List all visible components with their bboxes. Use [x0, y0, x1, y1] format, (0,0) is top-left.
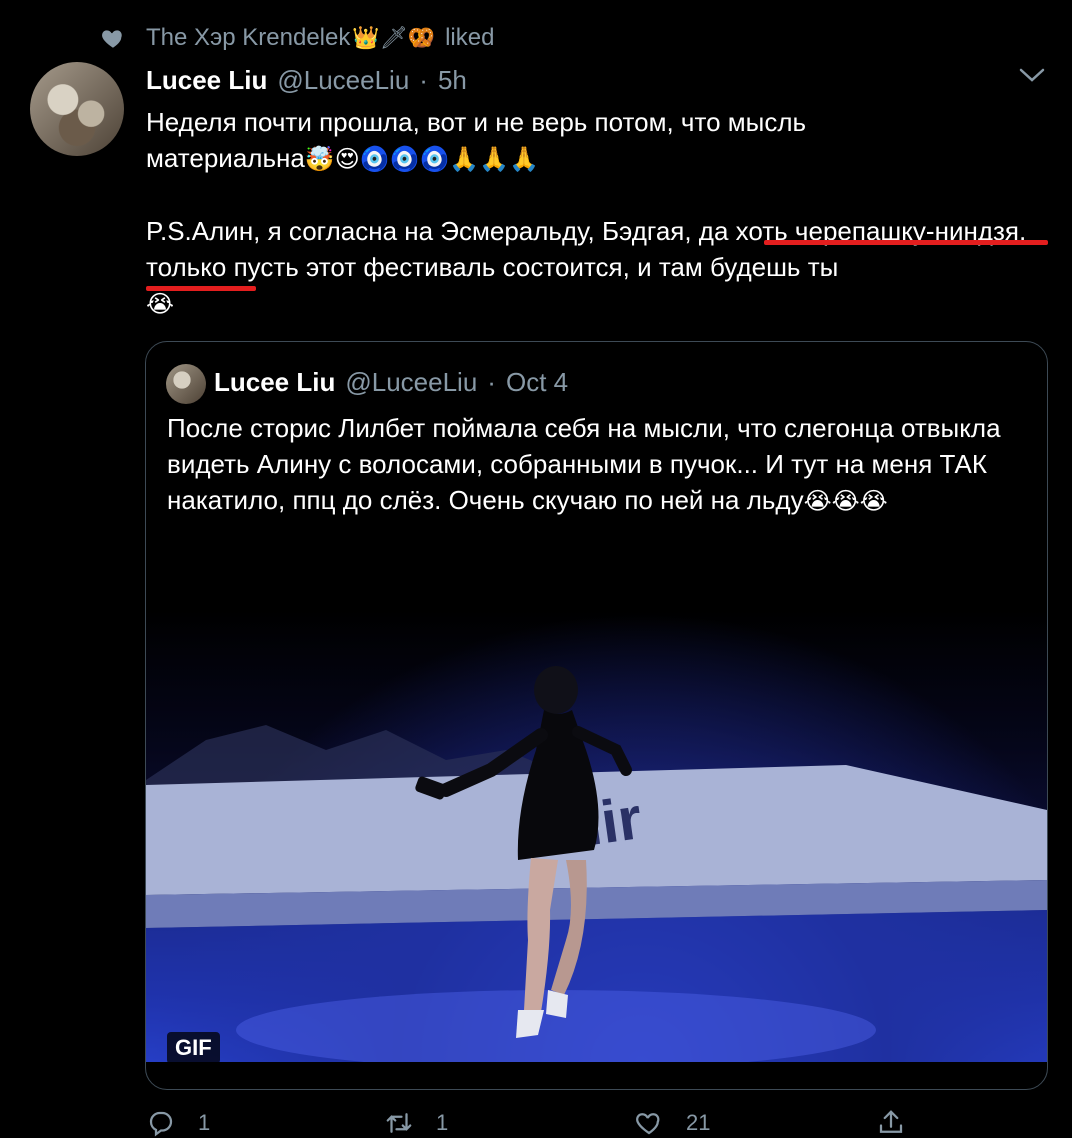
- highlight-underline: [764, 240, 1048, 245]
- tweet-line-2-text: материальна: [146, 143, 305, 173]
- reply-count: 1: [198, 1110, 211, 1135]
- tweet-line-2: материальна🤯😍🧿🧿🧿🙏🙏🙏: [146, 140, 1056, 177]
- quoted-tweet[interactable]: Lucee Liu @LuceeLiu · Oct 4 После сторис…: [145, 341, 1048, 1090]
- retweet-count: 1: [436, 1110, 449, 1135]
- like-count: 21: [686, 1110, 711, 1135]
- author-handle[interactable]: @LuceeLiu: [277, 65, 409, 96]
- tweet-text: Неделя почти прошла, вот и не верь потом…: [146, 104, 1056, 322]
- tweet-time[interactable]: 5h: [438, 65, 467, 96]
- share-icon: [879, 1110, 903, 1133]
- reply-button[interactable]: 1: [146, 1108, 210, 1138]
- tweet-line-1: Неделя почти прошла, вот и не верь потом…: [146, 107, 807, 137]
- tweet-header: Lucee Liu @LuceeLiu · 5h: [146, 62, 467, 98]
- quoted-author-handle: @LuceeLiu: [345, 366, 478, 397]
- quoted-header: Lucee Liu @LuceeLiu · Oct 4: [214, 362, 568, 402]
- quoted-text-emoji: 😭😭😭: [803, 487, 888, 515]
- like-button[interactable]: 21: [634, 1108, 710, 1138]
- liked-label: liked: [445, 24, 495, 51]
- quoted-text: После сторис Лилбет поймала себя на мысл…: [167, 410, 1027, 519]
- heart-icon: [102, 30, 122, 48]
- chevron-down-icon[interactable]: [1018, 66, 1046, 86]
- highlight-underline: [146, 286, 256, 291]
- liker-emoji: 👑🗡🥨: [352, 25, 436, 51]
- tweet-line-2-emoji: 🤯😍🧿🧿🧿🙏🙏🙏: [304, 145, 540, 173]
- quoted-time: Oct 4: [505, 366, 569, 397]
- author-name[interactable]: Lucee Liu: [146, 65, 267, 96]
- retweet-icon: [386, 1113, 412, 1133]
- quoted-avatar: [166, 364, 206, 404]
- retweet-button[interactable]: 1: [384, 1108, 448, 1138]
- avatar[interactable]: [30, 62, 124, 156]
- gif-badge: GIF: [167, 1032, 220, 1064]
- skater-illustration: iir: [146, 666, 1047, 1062]
- reply-icon: [149, 1111, 173, 1137]
- tweet-paragraph-2-emoji: 😭: [146, 290, 175, 318]
- quoted-author-name: Lucee Liu: [214, 366, 336, 397]
- tweet-paragraph-2-text: P.S.Алин, я согласна на Эсмеральду, Бэдг…: [146, 216, 1027, 282]
- tweet-actions: 1 1 21: [146, 1108, 926, 1138]
- gif-media[interactable]: iir: [146, 610, 1047, 1062]
- liker-name[interactable]: The Хэр Krendelek: [146, 24, 350, 52]
- tweet-paragraph-2: P.S.Алин, я согласна на Эсмеральду, Бэдг…: [146, 213, 1056, 322]
- separator-dot: ·: [487, 366, 496, 397]
- separator-dot: ·: [419, 64, 428, 95]
- social-context: The Хэр Krendelek 👑🗡🥨 liked: [100, 22, 494, 54]
- heart-outline-icon: [636, 1113, 660, 1135]
- share-button[interactable]: [876, 1108, 906, 1138]
